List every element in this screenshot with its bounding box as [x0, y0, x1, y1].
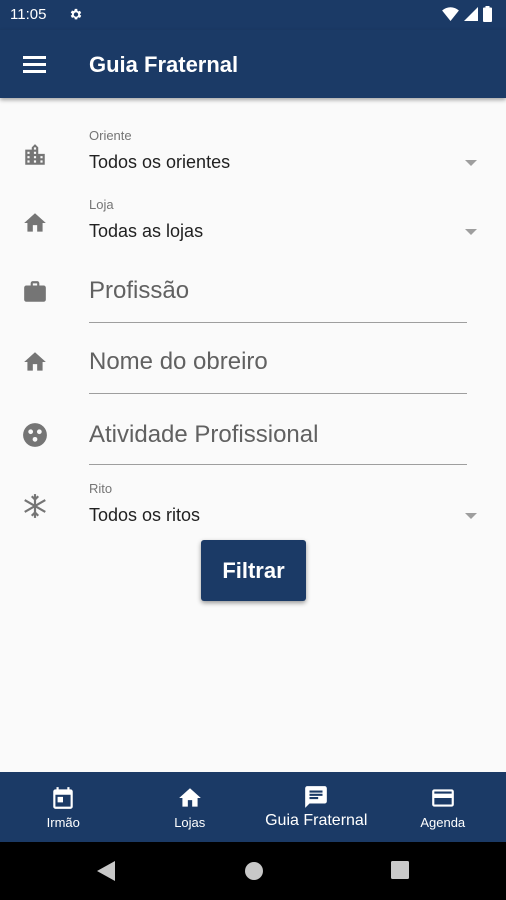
wifi-icon [442, 7, 459, 21]
obreiro-placeholder: Nome do obreiro [89, 348, 268, 375]
atividade-underline [89, 464, 467, 465]
loja-select[interactable]: Loja Todas as lojas [0, 190, 506, 252]
obreiro-underline [89, 393, 467, 394]
signal-icon [464, 7, 478, 21]
chevron-down-icon [465, 513, 477, 519]
oriente-value: Todos os orientes [89, 152, 231, 172]
app-bar: Guia Fraternal [0, 30, 506, 98]
profissao-underline [89, 322, 467, 323]
chevron-down-icon [465, 229, 477, 235]
system-navigation-bar [0, 842, 506, 900]
home-icon [24, 213, 46, 232]
briefcase-icon [24, 281, 46, 302]
battery-icon [483, 6, 492, 22]
home-icon [178, 787, 201, 807]
oriente-label: Oriente [89, 128, 132, 143]
nav-item-lojas[interactable]: Lojas [127, 772, 254, 842]
home-circle-icon[interactable] [244, 861, 264, 881]
atividade-placeholder: Atividade Profissional [89, 421, 319, 448]
palette-icon [23, 423, 47, 447]
nav-item-irmao[interactable]: Irmão [0, 772, 127, 842]
atividade-field[interactable]: Atividade Profissional [0, 407, 506, 467]
rito-select[interactable]: Rito Todos os ritos [0, 473, 506, 535]
rito-label: Rito [89, 481, 113, 496]
page-title: Guia Fraternal [89, 52, 239, 77]
status-bar: 11:05 [0, 0, 506, 30]
profissao-placeholder: Profissão [89, 277, 190, 304]
recents-square-icon[interactable] [391, 861, 409, 879]
agenda-card-icon [431, 788, 454, 807]
message-icon [305, 786, 328, 808]
profissao-field[interactable]: Profissão [0, 265, 506, 325]
city-icon [25, 144, 45, 165]
settings-gear-icon [70, 8, 82, 20]
nav-label-irmao: Irmão [46, 814, 80, 830]
obreiro-field[interactable]: Nome do obreiro [0, 336, 506, 396]
rito-value: Todos os ritos [89, 505, 201, 525]
nav-item-guia-fraternal[interactable]: Guia Fraternal [253, 772, 380, 842]
menu-hamburger-icon[interactable] [22, 52, 48, 76]
chevron-down-icon [465, 160, 477, 166]
loja-value: Todas as lojas [89, 221, 204, 241]
snowflake-icon [24, 494, 46, 518]
back-icon[interactable] [97, 861, 115, 881]
nav-label-agenda: Agenda [420, 814, 466, 830]
nav-label-guia-fraternal: Guia Fraternal [265, 812, 368, 829]
status-time: 11:05 [10, 6, 47, 23]
bottom-navigation: Irmão Lojas Guia Fraternal Agenda [0, 772, 506, 842]
loja-label: Loja [89, 197, 114, 212]
nav-item-agenda[interactable]: Agenda [380, 772, 506, 842]
oriente-select[interactable]: Oriente Todos os orientes [0, 120, 506, 182]
calendar-icon [53, 786, 73, 809]
nav-label-lojas: Lojas [174, 814, 206, 830]
home-icon [24, 352, 46, 371]
filter-button[interactable]: Filtrar [201, 540, 306, 601]
